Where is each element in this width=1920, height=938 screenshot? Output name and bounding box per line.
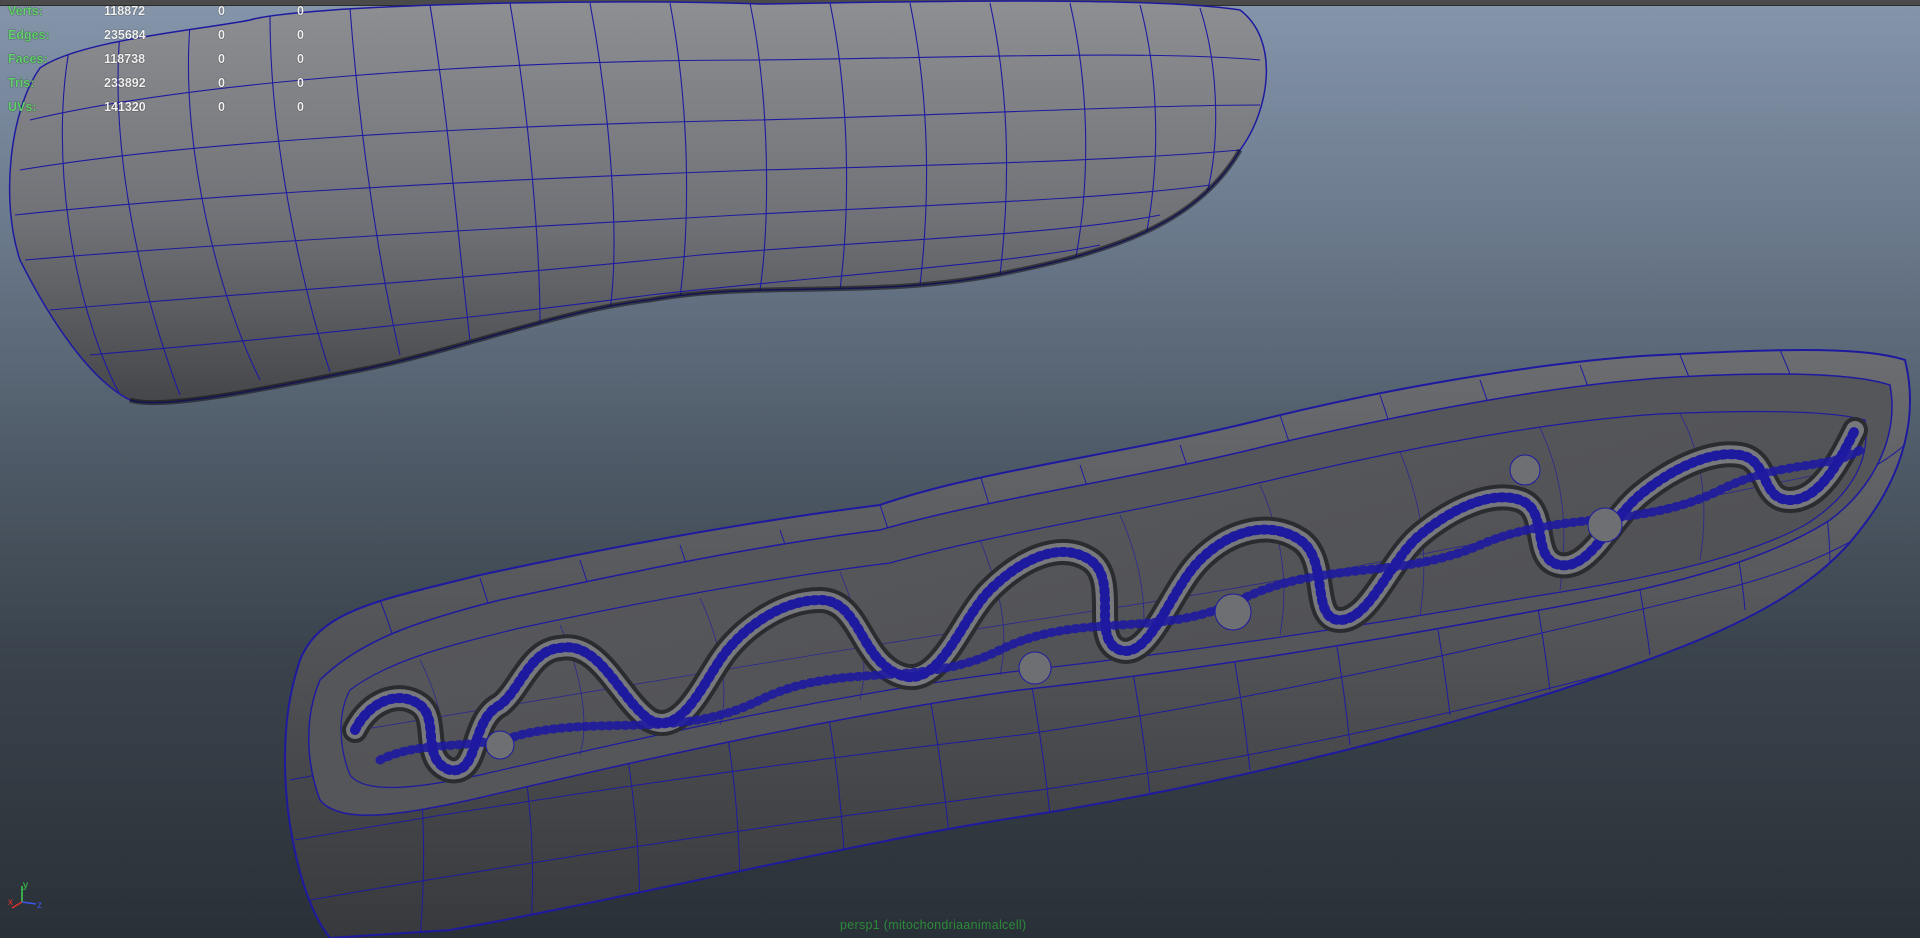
hud-components: 0 xyxy=(297,4,304,18)
mitochondrion-cutaway[interactable] xyxy=(283,349,1911,938)
hud-total: 141320 xyxy=(104,100,146,114)
hud-selected: 0 xyxy=(218,4,225,18)
hud-row-tris: Tris: 233892 0 0 xyxy=(8,76,328,100)
poly-count-hud: Verts: 118872 0 0 Edges: 235684 0 0 Face… xyxy=(8,4,328,124)
hud-selected: 0 xyxy=(218,76,225,90)
hud-row-edges: Edges: 235684 0 0 xyxy=(8,28,328,52)
hud-components: 0 xyxy=(297,52,304,66)
hud-label: Verts: xyxy=(8,4,43,18)
hud-label: Tris: xyxy=(8,76,35,90)
hud-row-verts: Verts: 118872 0 0 xyxy=(8,4,328,28)
hud-selected: 0 xyxy=(218,100,225,114)
hud-row-faces: Faces: 118738 0 0 xyxy=(8,52,328,76)
camera-label: persp1 (mitochondriaanimalcell) xyxy=(840,918,1027,932)
hud-row-uvs: UVs: 141320 0 0 xyxy=(8,100,328,124)
hud-total: 118738 xyxy=(104,52,146,66)
hud-components: 0 xyxy=(297,76,304,90)
hud-total: 235684 xyxy=(104,28,146,42)
hud-components: 0 xyxy=(297,100,304,114)
hud-label: Faces: xyxy=(8,52,48,66)
hud-label: UVs: xyxy=(8,100,37,114)
axis-y-label: y xyxy=(23,880,28,891)
scene-render[interactable] xyxy=(0,0,1920,938)
axis-z-label: z xyxy=(37,900,42,911)
hud-components: 0 xyxy=(297,28,304,42)
3d-viewport[interactable]: Verts: 118872 0 0 Edges: 235684 0 0 Face… xyxy=(0,0,1920,938)
hud-label: Edges: xyxy=(8,28,50,42)
hud-total: 233892 xyxy=(104,76,146,90)
view-axis-gizmo-icon: y x z xyxy=(8,880,42,911)
hud-selected: 0 xyxy=(218,28,225,42)
axis-x-label: x xyxy=(8,897,13,908)
hud-selected: 0 xyxy=(218,52,225,66)
hud-total: 118872 xyxy=(104,4,146,18)
